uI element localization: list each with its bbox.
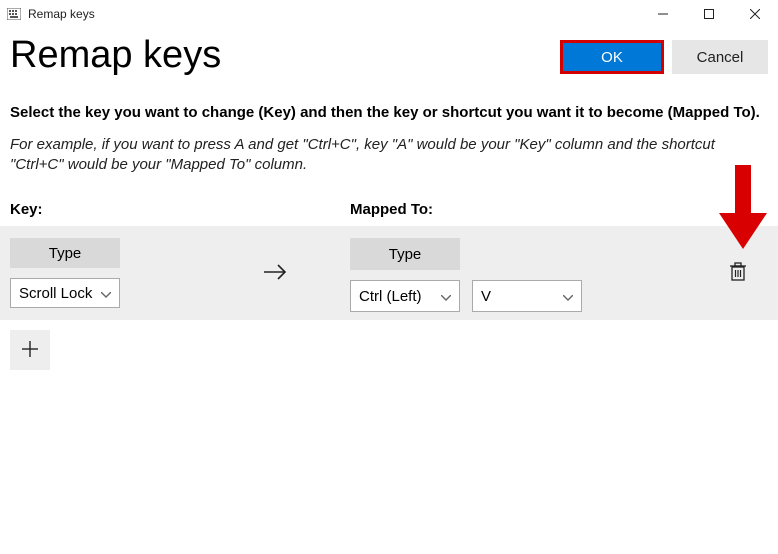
mapped-modifier-value: Ctrl (Left) [359, 288, 422, 305]
instructions: Select the key you want to change (Key) … [0, 76, 778, 176]
minimize-button[interactable] [640, 0, 686, 28]
key-column: Type Scroll Lock [10, 238, 200, 308]
cancel-button[interactable]: Cancel [672, 40, 768, 74]
page-title: Remap keys [10, 36, 221, 76]
action-buttons: OK Cancel [560, 36, 768, 74]
mapped-type-button[interactable]: Type [350, 238, 460, 270]
ok-button[interactable]: OK [560, 40, 664, 74]
window-title: Remap keys [28, 7, 95, 21]
ok-button-label: OK [601, 49, 623, 66]
key-dropdown[interactable]: Scroll Lock [10, 278, 120, 308]
mapped-modifier-dropdown[interactable]: Ctrl (Left) [350, 280, 460, 312]
titlebar: Remap keys [0, 0, 778, 28]
mapping-row: Type Scroll Lock Type Ctrl (Left) [0, 226, 778, 320]
maximize-button[interactable] [686, 0, 732, 28]
header: Remap keys OK Cancel [0, 28, 778, 76]
window-controls [640, 0, 778, 28]
type-label: Type [49, 245, 82, 262]
key-column-header: Key: [10, 201, 350, 218]
arrow-right-icon [262, 263, 288, 284]
instruction-example: For example, if you want to press A and … [10, 135, 768, 176]
type-label: Type [389, 246, 422, 263]
key-dropdown-value: Scroll Lock [19, 285, 92, 302]
arrow-column [200, 238, 350, 308]
chevron-down-icon [441, 288, 451, 305]
mapped-key-dropdown[interactable]: V [472, 280, 582, 312]
trash-icon[interactable] [729, 262, 747, 285]
cancel-button-label: Cancel [697, 49, 744, 66]
mapped-column: Type Ctrl (Left) V [350, 238, 768, 308]
instruction-primary: Select the key you want to change (Key) … [10, 104, 768, 121]
app-icon [6, 6, 22, 22]
delete-column [718, 226, 758, 320]
chevron-down-icon [563, 288, 573, 305]
mapped-column-header: Mapped To: [350, 201, 768, 218]
add-mapping-button[interactable] [10, 330, 50, 370]
column-headers: Key: Mapped To: [0, 195, 778, 226]
mapped-key-value: V [481, 288, 491, 305]
plus-icon [21, 340, 39, 361]
key-type-button[interactable]: Type [10, 238, 120, 268]
close-button[interactable] [732, 0, 778, 28]
chevron-down-icon [101, 285, 111, 302]
